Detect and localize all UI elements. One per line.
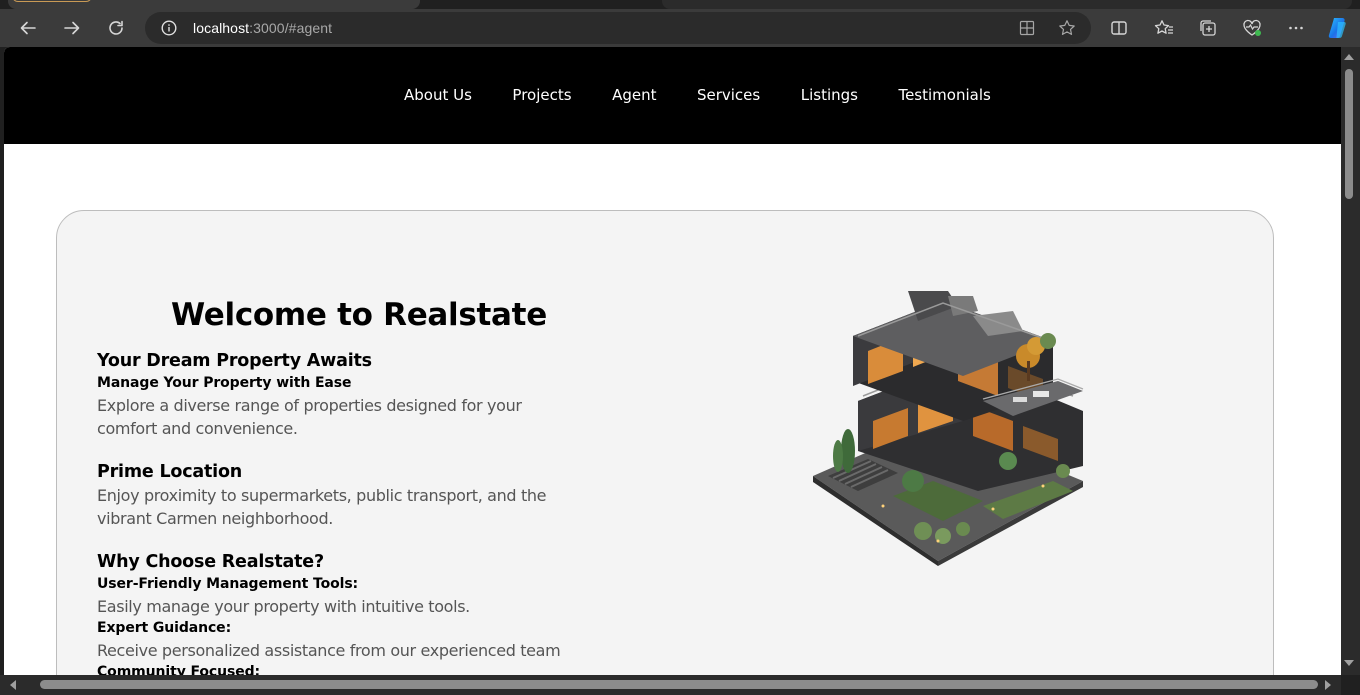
nav-testimonials[interactable]: Testimonials xyxy=(898,86,990,104)
section-text: vibrant Carmen neighborhood. xyxy=(97,509,334,528)
scroll-down-arrow-icon[interactable] xyxy=(1344,660,1354,666)
split-screen-icon[interactable] xyxy=(1105,14,1133,42)
feature-title: User-Friendly Management Tools: xyxy=(97,576,359,592)
collections-icon[interactable] xyxy=(1194,14,1222,42)
vertical-scroll-thumb[interactable] xyxy=(1345,69,1353,199)
nav-about-us[interactable]: About Us xyxy=(404,86,472,104)
house-image xyxy=(813,291,1084,566)
site-navbar: About Us Projects Agent Services Listing… xyxy=(4,47,1341,144)
star-icon[interactable] xyxy=(1057,18,1077,38)
section-heading: Why Choose Realstate? xyxy=(97,552,324,572)
inactive-tab[interactable] xyxy=(662,0,1352,9)
address-bar[interactable]: localhost:3000/#agent xyxy=(145,12,1091,44)
hero-content: Your Dream Property Awaits Manage Your P… xyxy=(97,350,597,675)
url-text[interactable]: localhost:3000/#agent xyxy=(193,20,332,36)
page-viewport: About Us Projects Agent Services Listing… xyxy=(4,47,1341,675)
feature-text: Easily manage your property with intuiti… xyxy=(97,597,470,616)
url-host: localhost xyxy=(193,20,250,36)
tab-strip xyxy=(0,0,1360,9)
url-path: :3000/#agent xyxy=(249,20,333,36)
hero-card: Welcome to Realstate Your Dream Property… xyxy=(56,210,1274,675)
info-icon[interactable] xyxy=(159,18,179,38)
scroll-left-arrow-icon[interactable] xyxy=(10,680,16,690)
browser-essentials-icon[interactable] xyxy=(1238,14,1266,42)
section-text: Enjoy proximity to supermarkets, public … xyxy=(97,486,547,505)
app-available-icon[interactable] xyxy=(1017,18,1037,38)
nav-agent[interactable]: Agent xyxy=(612,86,656,104)
active-tab[interactable] xyxy=(8,0,420,9)
nav-listings[interactable]: Listings xyxy=(801,86,858,104)
nav-services[interactable]: Services xyxy=(697,86,760,104)
tab-group-pill[interactable] xyxy=(12,0,92,2)
browser-toolbar: localhost:3000/#agent xyxy=(0,9,1360,47)
horizontal-scroll-thumb[interactable] xyxy=(40,680,1318,689)
horizontal-scrollbar[interactable] xyxy=(0,675,1341,695)
feature-text: Receive personalized assistance from our… xyxy=(97,641,561,660)
vertical-scrollbar[interactable] xyxy=(1341,47,1360,675)
favorites-icon[interactable] xyxy=(1150,14,1178,42)
section-text: Explore a diverse range of properties de… xyxy=(97,396,522,415)
forward-arrow-icon[interactable] xyxy=(58,14,86,42)
section-subheading: Manage Your Property with Ease xyxy=(97,375,352,391)
scroll-up-arrow-icon[interactable] xyxy=(1344,54,1354,60)
scroll-right-arrow-icon[interactable] xyxy=(1325,680,1331,690)
more-icon[interactable] xyxy=(1282,14,1310,42)
section-heading: Your Dream Property Awaits xyxy=(97,351,372,371)
section-text: comfort and convenience. xyxy=(97,419,298,438)
nav-links: About Us Projects Agent Services Listing… xyxy=(404,86,1031,104)
copilot-icon[interactable] xyxy=(1324,14,1352,42)
back-arrow-icon[interactable] xyxy=(14,14,42,42)
feature-title: Community Focused: xyxy=(97,664,261,675)
hero-title: Welcome to Realstate xyxy=(171,297,547,333)
section-heading: Prime Location xyxy=(97,462,243,482)
feature-title: Expert Guidance: xyxy=(97,620,232,636)
nav-projects[interactable]: Projects xyxy=(512,86,571,104)
reload-icon[interactable] xyxy=(102,14,130,42)
